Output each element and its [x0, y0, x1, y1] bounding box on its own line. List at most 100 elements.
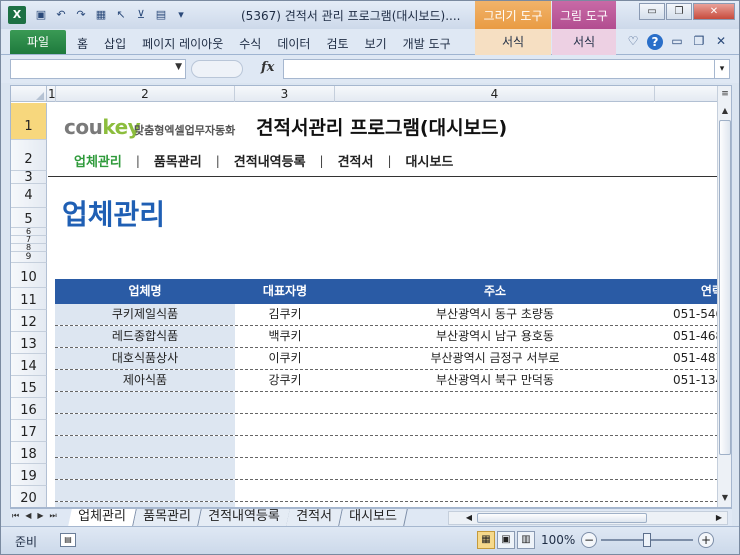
page-layout-view-icon[interactable]: ▣ [497, 531, 515, 549]
page-break-view-icon[interactable]: ▥ [517, 531, 535, 549]
row-header[interactable]: 19 [11, 464, 47, 486]
table-row-empty[interactable] [55, 414, 718, 436]
cell-ceo-name[interactable]: 백쿠키 [235, 326, 335, 347]
row-header[interactable]: 14 [11, 354, 47, 376]
column-header[interactable]: 1 [48, 86, 56, 102]
scroll-up-icon[interactable]: ▲ [719, 104, 731, 118]
formula-input[interactable] [283, 59, 721, 79]
cell-contact[interactable]: 051-546 [667, 304, 718, 325]
zoom-in-icon[interactable]: + [698, 532, 714, 548]
row-header[interactable]: 8 [11, 244, 47, 252]
row-header[interactable]: 16 [11, 398, 47, 420]
tab-picture-format[interactable]: 서식 [552, 29, 616, 55]
redo-icon[interactable]: ↷ [73, 7, 89, 23]
last-sheet-icon[interactable]: ⏭ [50, 511, 57, 521]
row-header[interactable]: 4 [11, 184, 47, 208]
tab-insert[interactable]: 삽입 [104, 35, 126, 52]
row-header[interactable]: 15 [11, 376, 47, 398]
restore-button[interactable]: ❐ [666, 3, 692, 20]
undo-icon[interactable]: ↶ [53, 7, 69, 23]
table-row[interactable]: 제아식품 강쿠키 부산광역시 북구 만덕동 051-134 [55, 370, 718, 392]
cell-address[interactable]: 부산광역시 북구 만덕동 [335, 370, 655, 391]
table-row[interactable]: 레드종합식품 백쿠키 부산광역시 남구 용호동 051-468 [55, 326, 718, 348]
table-row[interactable]: 쿠키제일식품 김쿠키 부산광역시 동구 초량동 051-546 [55, 304, 718, 326]
ribbon-restore-icon[interactable]: ❐ [691, 34, 707, 50]
row-header[interactable]: 10 [11, 263, 47, 288]
zoom-level[interactable]: 100% [541, 533, 575, 547]
table-row-empty[interactable] [55, 458, 718, 480]
cell-contact[interactable]: 051-134 [667, 370, 718, 391]
prev-sheet-icon[interactable]: ◀ [25, 511, 31, 521]
column-header[interactable]: 2 [56, 86, 235, 102]
formula-cancel-enter[interactable] [191, 60, 243, 78]
tab-page-layout[interactable]: 페이지 레이아웃 [142, 35, 223, 52]
help-icon[interactable]: ? [647, 34, 663, 50]
row-header[interactable]: 1 [11, 103, 47, 140]
ribbon-close-icon[interactable]: ✕ [713, 34, 729, 50]
row-header[interactable]: 13 [11, 332, 47, 354]
cell-vendor-name[interactable] [55, 414, 235, 435]
sheet-tab-vendors[interactable]: 업체관리 [68, 509, 137, 526]
cell-address[interactable]: 부산광역시 동구 초량동 [335, 304, 655, 325]
sheet-tab-items[interactable]: 품목관리 [133, 509, 202, 526]
save-icon[interactable]: ▣ [33, 7, 49, 23]
horizontal-scroll-thumb[interactable] [477, 513, 647, 523]
first-sheet-icon[interactable]: ⏮ [12, 511, 19, 521]
sheet-tab-dashboard[interactable]: 대시보드 [339, 509, 408, 526]
worksheet-grid[interactable]: 1 2 3 4 5 1 2 3 4 5 6 7 8 9 10 11 12 13 … [10, 85, 732, 508]
tab-review[interactable]: 검토 [326, 35, 348, 52]
expand-formula-icon[interactable]: ▾ [714, 59, 730, 79]
cell-vendor-name[interactable]: 레드종합식품 [55, 326, 235, 347]
row-header[interactable]: 3 [11, 171, 47, 184]
next-sheet-icon[interactable]: ▶ [37, 511, 43, 521]
sheet-tab-estimate[interactable]: 견적서 [286, 509, 344, 526]
close-button[interactable]: ✕ [693, 3, 735, 20]
vertical-scrollbar[interactable]: ≡ ▲ ▼ [717, 86, 731, 507]
row-header[interactable]: 9 [11, 252, 47, 263]
vertical-scroll-thumb[interactable] [719, 120, 731, 455]
table-row[interactable]: 대호식품상사 이쿠키 부산광역시 금정구 서부로 051-487 [55, 348, 718, 370]
cell-address[interactable]: 부산광역시 남구 용호동 [335, 326, 655, 347]
split-handle-icon[interactable]: ≡ [719, 88, 731, 100]
cell-vendor-name[interactable] [55, 480, 235, 501]
macro-record-icon[interactable]: ▤ [60, 533, 76, 547]
customize-qat-icon[interactable]: ▾ [173, 7, 189, 23]
nav-item-management[interactable]: 품목관리 [154, 151, 202, 170]
table-row-empty[interactable] [55, 436, 718, 458]
row-header[interactable]: 18 [11, 442, 47, 464]
cell-vendor-name[interactable]: 쿠키제일식품 [55, 304, 235, 325]
scroll-right-icon[interactable]: ▶ [713, 512, 725, 524]
tab-developer[interactable]: 개발 도구 [403, 35, 451, 52]
name-box[interactable]: ▼ [10, 59, 186, 79]
pointer-icon[interactable]: ↖ [113, 7, 129, 23]
cell-address[interactable]: 부산광역시 금정구 서부로 [335, 348, 655, 369]
column-header[interactable]: 4 [335, 86, 655, 102]
scroll-left-icon[interactable]: ◀ [463, 512, 475, 524]
nav-vendor-management[interactable]: 업체관리 [74, 151, 122, 170]
tab-home[interactable]: 홈 [77, 35, 88, 52]
cell-ceo-name[interactable]: 강쿠키 [235, 370, 335, 391]
form-icon[interactable]: ▤ [153, 7, 169, 23]
row-header[interactable]: 2 [11, 140, 47, 171]
tab-drawing-format[interactable]: 서식 [475, 29, 551, 55]
insert-function-button[interactable]: fx [261, 60, 274, 75]
cell-ceo-name[interactable]: 김쿠키 [235, 304, 335, 325]
scroll-down-icon[interactable]: ▼ [719, 491, 731, 505]
cell-contact[interactable]: 051-487 [667, 348, 718, 369]
row-header[interactable]: 5 [11, 208, 47, 228]
tab-data[interactable]: 데이터 [277, 35, 310, 52]
normal-view-icon[interactable]: ▦ [477, 531, 495, 549]
tab-formulas[interactable]: 수식 [239, 35, 261, 52]
sheet-tab-estimate-entry[interactable]: 견적내역등록 [197, 509, 291, 526]
cell-vendor-name[interactable] [55, 436, 235, 457]
table-icon[interactable]: ▦ [93, 7, 109, 23]
column-header[interactable]: 3 [235, 86, 335, 102]
cell-vendor-name[interactable]: 제아식품 [55, 370, 235, 391]
minimize-button[interactable]: ▭ [639, 3, 665, 20]
excel-app-icon[interactable]: X [8, 6, 26, 24]
file-tab[interactable]: 파일 [10, 30, 66, 54]
zoom-out-icon[interactable]: − [581, 532, 597, 548]
nav-estimate[interactable]: 견적서 [338, 151, 374, 170]
ribbon-minimize-icon[interactable]: ▭ [669, 34, 685, 50]
select-all-corner[interactable] [11, 86, 47, 102]
